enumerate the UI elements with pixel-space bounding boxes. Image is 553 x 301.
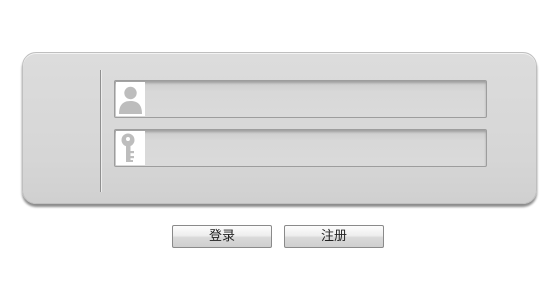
password-input[interactable] <box>149 132 479 163</box>
key-icon <box>116 131 145 165</box>
username-field[interactable] <box>114 80 487 118</box>
register-button[interactable]: 注册 <box>284 225 384 248</box>
user-silhouette-icon <box>116 82 145 116</box>
login-button[interactable]: 登录 <box>172 225 272 248</box>
login-panel <box>22 52 537 204</box>
password-field[interactable] <box>114 129 487 167</box>
username-input[interactable] <box>149 83 479 114</box>
login-screen: 登录 注册 <box>0 0 553 301</box>
panel-divider <box>100 70 101 192</box>
